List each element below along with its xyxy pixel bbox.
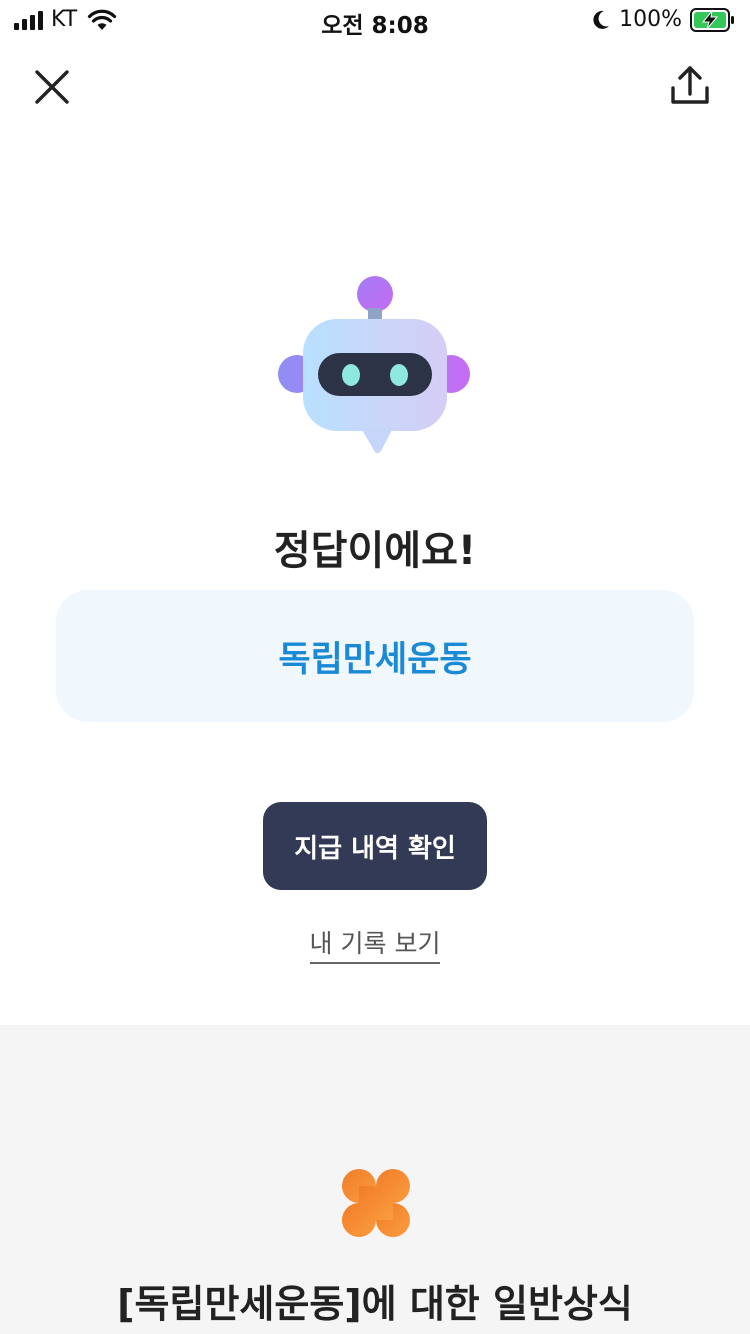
robot-mascot-icon (275, 272, 475, 456)
battery-charging-icon (690, 7, 734, 32)
result-title: 정답이에요! (273, 528, 477, 574)
general-knowledge-title: [독립만세운동]에 대한 일반상식 (117, 1282, 633, 1326)
share-upload-icon (671, 66, 709, 104)
status-right: 100% (591, 7, 736, 32)
answer-box: 독립만세운동 (56, 590, 694, 722)
moon-icon (593, 10, 610, 29)
payment-history-button[interactable]: 지급 내역 확인 (263, 802, 487, 890)
close-button[interactable] (30, 64, 74, 108)
battery-percent: 100% (619, 7, 682, 32)
share-button[interactable] (668, 62, 712, 110)
top-nav (0, 58, 750, 114)
general-knowledge-section: [독립만세운동]에 대한 일반상식 (0, 1025, 750, 1334)
my-records-link-wrap: 내 기록 보기 (0, 924, 750, 964)
status-bar: KT 오전 8:08 100% (0, 0, 750, 40)
clover-icon (341, 1168, 411, 1238)
my-records-link[interactable]: 내 기록 보기 (309, 929, 441, 964)
answer-text: 독립만세운동 (278, 639, 472, 680)
close-icon (35, 70, 69, 104)
